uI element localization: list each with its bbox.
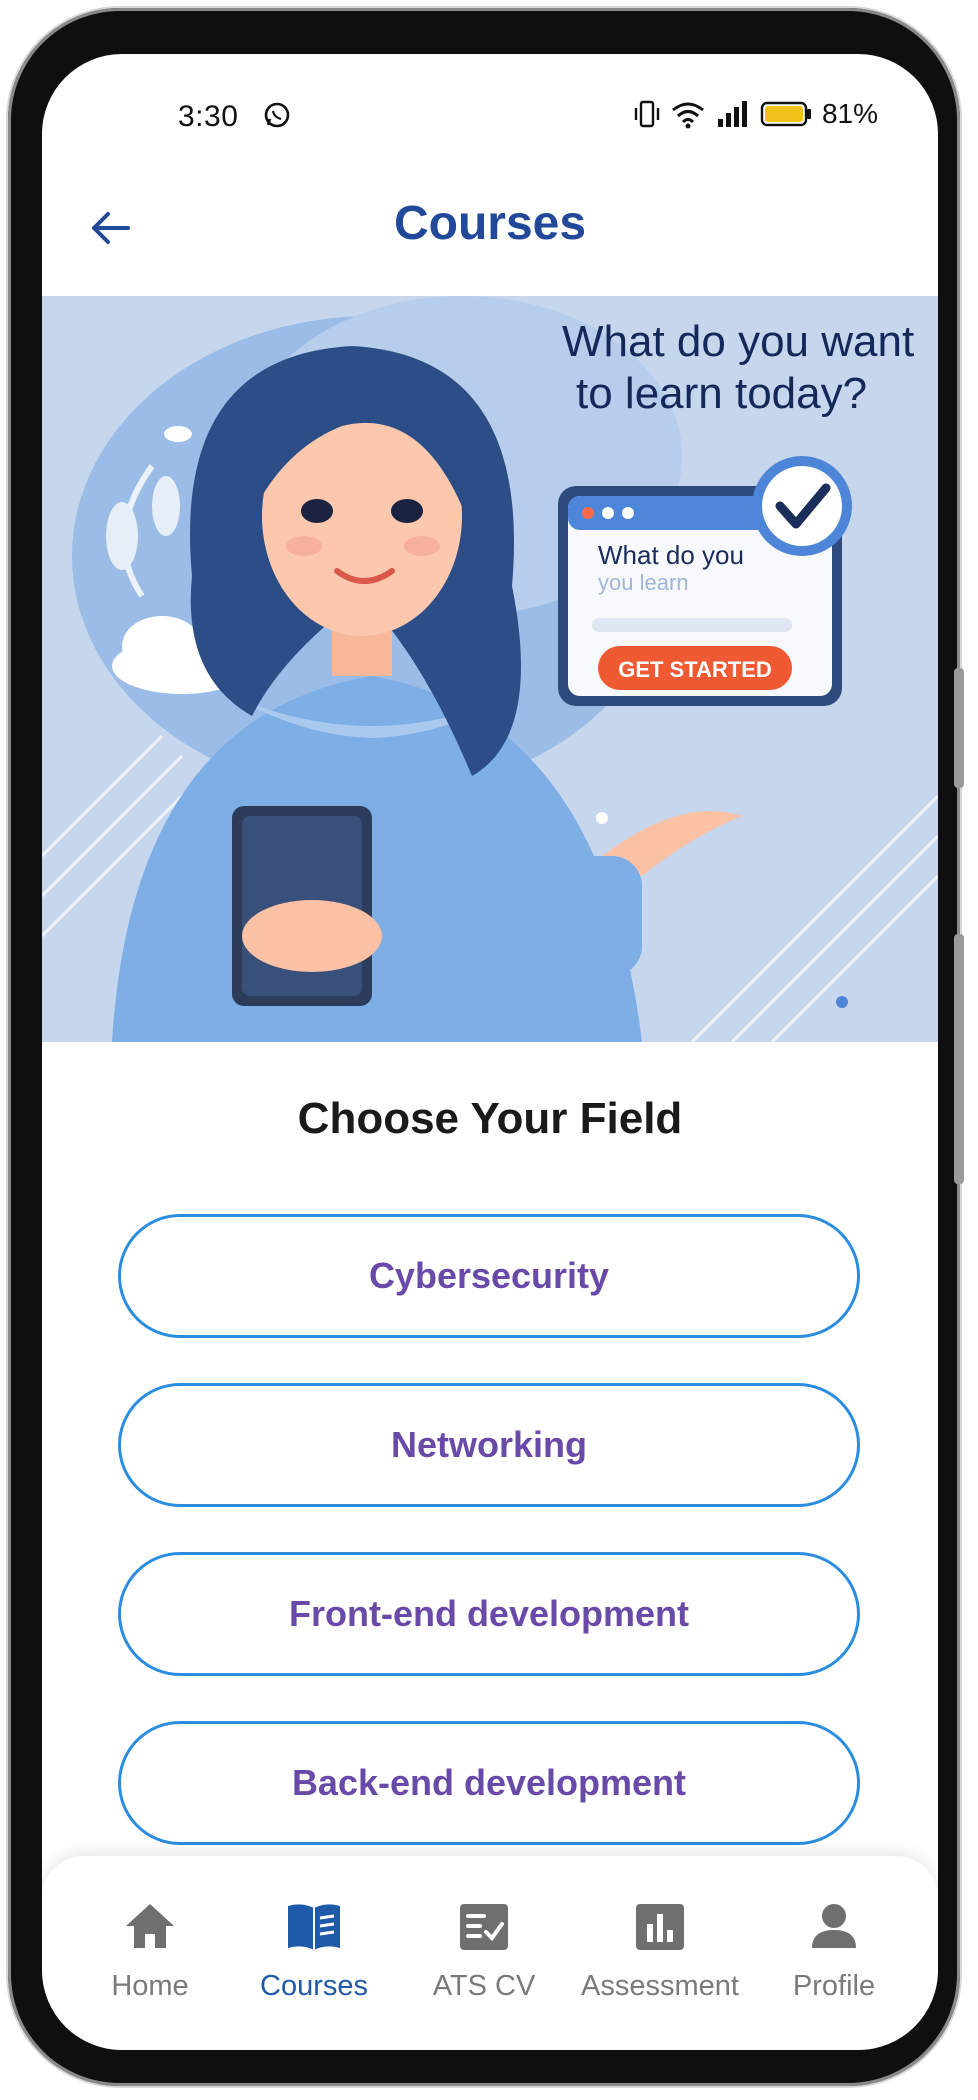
nav-label: Courses [260, 1970, 368, 2002]
field-button-front-end[interactable]: Front-end development [118, 1552, 860, 1676]
book-icon [288, 1904, 340, 1950]
phone-frame: 3:30 81% Courses What do you want to lea… [8, 8, 964, 2086]
nav-item-courses[interactable]: Courses [234, 1896, 394, 2003]
home-icon [126, 1904, 174, 1948]
person-icon [812, 1904, 856, 1948]
battery-icon [760, 101, 811, 127]
vibrate-icon [634, 100, 660, 128]
status-time: 3:30 [178, 100, 239, 133]
hero-card-text: What do you [598, 540, 744, 570]
checklist-icon [460, 1904, 508, 1950]
nav-item-ats-cv[interactable]: ATS CV [404, 1896, 564, 2003]
field-button-networking[interactable]: Networking [118, 1383, 860, 1507]
hero-headline-line: to learn today? [576, 369, 868, 418]
field-button-back-end[interactable]: Back-end development [118, 1721, 860, 1845]
section-title: Choose Your Field [297, 1094, 683, 1143]
hero-card-button: GET STARTED [618, 657, 772, 682]
hero-banner: What do you want to learn today? What do… [42, 296, 938, 1042]
whatsapp-icon [264, 102, 290, 128]
nav-label: Profile [792, 1970, 876, 2002]
page-title: Courses [393, 197, 587, 250]
battery-percent: 81% [821, 98, 878, 129]
app-header: Courses [42, 174, 938, 274]
bottom-nav: Home Courses ATS CV Assessment Profile [42, 1856, 938, 2050]
bar-chart-icon [636, 1904, 684, 1950]
hero-headline-line: What do you want [562, 317, 915, 366]
nav-label: ATS CV [432, 1970, 536, 2002]
app-screen: 3:30 81% Courses What do you want to lea… [42, 54, 938, 2050]
phone-side-button [954, 668, 964, 788]
status-icons: 81% [634, 98, 878, 130]
status-bar: 3:30 81% [42, 54, 938, 164]
nav-item-profile[interactable]: Profile [754, 1896, 914, 2003]
phone-side-button [954, 934, 964, 1184]
nav-item-assessment[interactable]: Assessment [580, 1896, 740, 2003]
hero-card-subtext: you learn [598, 570, 689, 595]
nav-item-home[interactable]: Home [70, 1896, 230, 2003]
nav-label: Assessment [581, 1970, 739, 2002]
signal-icon [717, 101, 747, 127]
wifi-icon [672, 102, 704, 129]
nav-label: Home [111, 1970, 189, 2002]
field-button-cybersecurity[interactable]: Cybersecurity [118, 1214, 860, 1338]
hero-headline: What do you want to learn today? [562, 316, 914, 420]
